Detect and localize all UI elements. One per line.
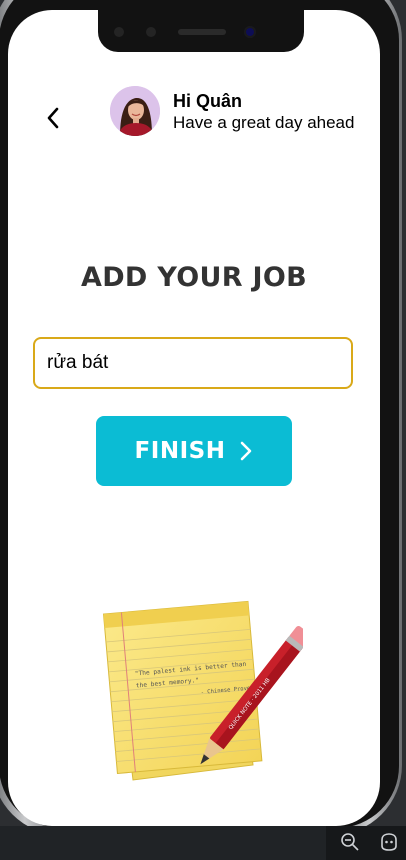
sensor-dot: [114, 27, 124, 37]
notepad-front-sheet: "The palest ink is better than the best …: [102, 600, 263, 775]
taskbar: [0, 826, 406, 860]
greeting: Hi Quân Have a great day ahead: [173, 90, 354, 134]
job-input[interactable]: [33, 337, 353, 389]
finish-label: FINISH: [134, 438, 226, 464]
speaker-grille: [178, 29, 226, 35]
copilot-icon[interactable]: [378, 832, 400, 852]
zoom-out-icon[interactable]: [340, 832, 360, 852]
sensor-dot: [146, 27, 156, 37]
device-stage: Hi Quân Have a great day ahead ADD YOUR …: [0, 0, 406, 860]
finish-button[interactable]: FINISH: [96, 416, 292, 486]
avatar[interactable]: [110, 86, 160, 136]
notepad-pencil-illustration: "The palest ink is better than the best …: [102, 600, 303, 781]
user-avatar-image: [110, 86, 160, 136]
page-title: ADD YOUR JOB: [81, 262, 307, 293]
back-button[interactable]: [38, 98, 68, 138]
phone-notch: [98, 10, 304, 52]
greeting-name: Hi Quân: [173, 91, 243, 111]
chevron-right-icon: [241, 441, 252, 461]
chevron-left-icon: [47, 107, 59, 129]
front-camera: [244, 26, 256, 38]
greeting-message: Have a great day ahead: [173, 113, 355, 132]
app-screen: Hi Quân Have a great day ahead ADD YOUR …: [8, 10, 380, 826]
